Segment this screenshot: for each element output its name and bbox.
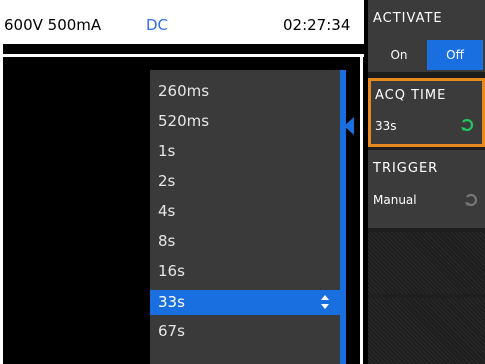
- acq-time-dropdown[interactable]: 260ms 520ms 1s 2s 4s 8s 16s 33s 67s: [150, 70, 340, 364]
- dropdown-option-16s[interactable]: 16s: [150, 259, 340, 284]
- dropdown-option-33s[interactable]: 33s: [150, 290, 340, 315]
- clock-time: 02:27:34: [283, 16, 351, 34]
- dropdown-option-67s[interactable]: 67s: [150, 319, 340, 344]
- softkey-sidebar: ACTIVATE On Off ACQ TIME 33s TRIGGER Man…: [368, 0, 485, 364]
- softkey-activate: ACTIVATE On Off: [368, 0, 485, 72]
- softkey-activate-title: ACTIVATE: [373, 11, 443, 26]
- dropdown-option-1s[interactable]: 1s: [150, 139, 340, 164]
- updown-arrows-icon: [321, 295, 329, 309]
- dropdown-option-520ms[interactable]: 520ms: [150, 109, 340, 134]
- softkey-acq-time[interactable]: ACQ TIME 33s: [368, 78, 485, 147]
- softkey-acq-time-title: ACQ TIME: [375, 88, 447, 103]
- pointer-left-icon: [344, 117, 354, 135]
- softkey-empty-2: [368, 298, 485, 364]
- rotary-knob-icon: [465, 193, 478, 207]
- dropdown-option-2s[interactable]: 2s: [150, 169, 340, 194]
- activate-toggle[interactable]: On Off: [371, 40, 483, 70]
- rotary-knob-icon: [461, 118, 474, 132]
- measurement-range: 600V 500mA: [4, 16, 102, 34]
- status-bar: 600V 500mA DC 02:27:34: [0, 0, 364, 44]
- softkey-empty-1: [368, 232, 485, 294]
- activate-on-option[interactable]: On: [371, 40, 427, 70]
- coupling-mode: DC: [146, 16, 169, 34]
- softkey-acq-time-value: 33s: [375, 119, 397, 133]
- plot-right-border: [360, 54, 363, 364]
- softkey-trigger[interactable]: TRIGGER Manual: [368, 150, 485, 228]
- dropdown-option-260ms[interactable]: 260ms: [150, 79, 340, 104]
- dropdown-option-label: 33s: [158, 293, 185, 311]
- activate-off-option[interactable]: Off: [427, 40, 483, 70]
- dropdown-option-8s[interactable]: 8s: [150, 229, 340, 254]
- plot-top-border: [0, 54, 364, 57]
- softkey-trigger-value: Manual: [373, 193, 417, 207]
- softkey-trigger-title: TRIGGER: [373, 161, 439, 176]
- dropdown-option-4s[interactable]: 4s: [150, 199, 340, 224]
- dropdown-scrollbar[interactable]: [340, 70, 346, 364]
